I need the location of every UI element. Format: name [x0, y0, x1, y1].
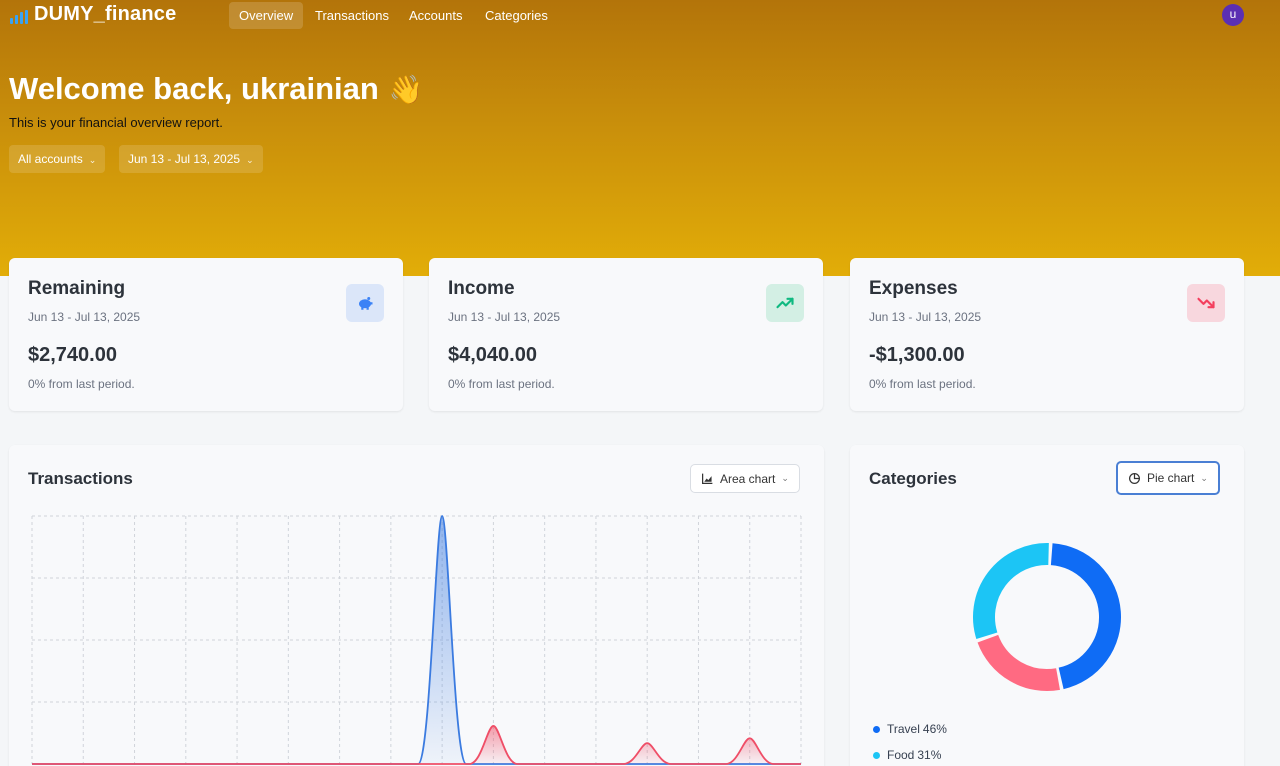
- legend-label: Travel: [887, 722, 920, 736]
- legend-dot: [873, 751, 880, 759]
- expenses-card: Expenses Jun 13 - Jul 13, 2025 -$1,300.0…: [850, 258, 1244, 411]
- donut-slice-0[interactable]: [1050, 543, 1121, 690]
- transactions-area-chart: [31, 515, 802, 765]
- income-card: Income Jun 13 - Jul 13, 2025 $4,040.00 0…: [429, 258, 823, 411]
- trending-up-icon: [766, 284, 804, 322]
- welcome-text: Welcome back, ukrainian: [9, 71, 379, 106]
- card-date-range: Jun 13 - Jul 13, 2025: [448, 310, 561, 324]
- welcome-heading: Welcome back, ukrainian 👋: [9, 71, 424, 107]
- area-chart-icon: [702, 473, 713, 484]
- card-title: Remaining: [28, 278, 126, 299]
- chevron-down-icon: ⌄: [246, 155, 254, 165]
- date-range-picker[interactable]: Jun 13 - Jul 13, 2025 ⌄: [119, 145, 263, 173]
- waving-hand-icon: 👋: [388, 73, 424, 105]
- nav-overview[interactable]: Overview: [229, 2, 304, 29]
- nav-transactions[interactable]: Transactions: [305, 2, 399, 29]
- card-change-note: 0% from last period.: [448, 377, 555, 391]
- legend-percent: 46%: [922, 722, 947, 736]
- top-nav: DUMY_finance Overview Transactions Accou…: [0, 0, 1280, 30]
- card-title: Expenses: [869, 278, 958, 299]
- chevron-down-icon: ⌄: [781, 473, 789, 483]
- legend-dot: [873, 725, 880, 733]
- donut-slice-1[interactable]: [977, 634, 1060, 691]
- piggy-bank-icon: [346, 284, 384, 322]
- legend-label: Food: [887, 748, 915, 762]
- remaining-card: Remaining Jun 13 - Jul 13, 2025 $2,740.0…: [9, 258, 403, 411]
- card-amount: -$1,300.00: [869, 344, 965, 366]
- pie-chart-type-select[interactable]: Pie chart ⌄: [1116, 461, 1220, 495]
- nav-accounts[interactable]: Accounts: [399, 2, 472, 29]
- legend-item-travel: Travel 46%: [873, 722, 947, 736]
- categories-title: Categories: [869, 469, 957, 488]
- card-change-note: 0% from last period.: [28, 377, 135, 391]
- legend-item-food: Food 31%: [873, 748, 941, 762]
- pie-chart-icon: [1129, 472, 1140, 484]
- chevron-down-icon: ⌄: [88, 155, 97, 165]
- card-amount: $2,740.00: [28, 344, 117, 366]
- page-subtitle: This is your financial overview report.: [9, 115, 223, 130]
- transactions-title: Transactions: [28, 469, 133, 488]
- bar-chart-logo-icon: [10, 9, 28, 24]
- account-filter-value: All accounts: [18, 152, 83, 166]
- legend-percent: 31%: [917, 748, 942, 762]
- app-logo[interactable]: DUMY_finance: [10, 3, 176, 26]
- categories-panel: Categories Pie chart ⌄ Travel 46% Food 3…: [850, 445, 1244, 766]
- nav-categories[interactable]: Categories: [475, 2, 558, 29]
- donut-slice-2[interactable]: [973, 543, 1049, 639]
- chart-type-select[interactable]: Area chart ⌄: [690, 464, 800, 493]
- app-name: DUMY_finance: [34, 3, 177, 25]
- trending-down-icon: [1187, 284, 1225, 322]
- user-avatar[interactable]: u: [1222, 4, 1244, 26]
- chart-type-label: Area chart: [720, 471, 776, 486]
- card-amount: $4,040.00: [448, 344, 537, 366]
- card-change-note: 0% from last period.: [869, 377, 976, 391]
- series-line-1: [32, 725, 801, 765]
- card-date-range: Jun 13 - Jul 13, 2025: [28, 310, 141, 324]
- transactions-panel: Transactions Area chart ⌄: [9, 445, 824, 766]
- card-date-range: Jun 13 - Jul 13, 2025: [869, 310, 982, 324]
- series-area-1: [32, 725, 801, 764]
- chart-type-label: Pie chart: [1147, 471, 1195, 485]
- account-filter-select[interactable]: All accounts ⌄: [9, 145, 106, 173]
- card-title: Income: [448, 278, 515, 299]
- categories-donut-chart: [973, 543, 1121, 691]
- hero-banner: [0, 0, 1280, 276]
- chevron-down-icon: ⌄: [1200, 472, 1208, 483]
- date-range-value: Jun 13 - Jul 13, 2025: [128, 152, 241, 166]
